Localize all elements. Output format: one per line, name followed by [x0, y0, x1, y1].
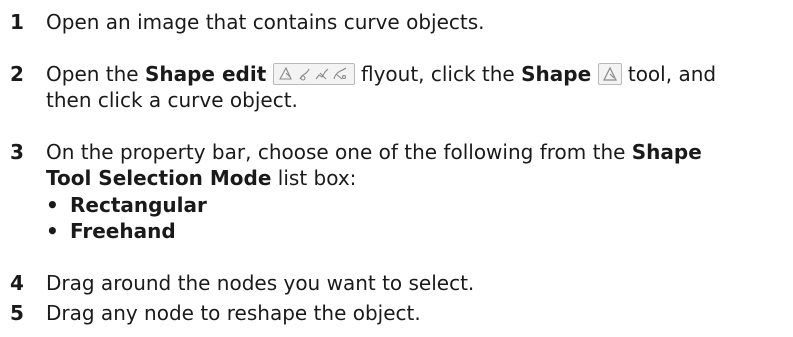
shape-icon: [602, 66, 617, 81]
step-text-part: flyout, click the: [360, 62, 522, 86]
step-text: Open an image that contains curve object…: [46, 10, 485, 34]
step-text-part: tool, and: [621, 62, 717, 86]
option-label: Freehand: [70, 219, 176, 243]
selection-mode-label: Tool Selection Mode: [46, 166, 272, 190]
shape-icon: [278, 66, 292, 80]
step-text-line: then click a curve object.: [46, 88, 298, 112]
step-text-part: list box:: [271, 166, 357, 190]
shape-label: Shape: [631, 140, 702, 164]
step-number: 5: [10, 301, 24, 325]
step-text-part: On the property bar, choose one of the f…: [46, 140, 632, 164]
step-text: Open the Shape edit flyout, click the Sh…: [46, 61, 783, 113]
shape-tool-label: Shape: [521, 62, 592, 86]
step-number: 4: [10, 271, 24, 295]
step-text: Drag any node to reshape the object.: [46, 301, 421, 325]
step-text: Drag around the nodes you want to select…: [46, 271, 475, 295]
step-text-part: Open the: [46, 62, 145, 86]
option-label: Rectangular: [70, 193, 207, 217]
bullet: •: [46, 193, 59, 217]
step-text: On the property bar, choose one of the f…: [46, 139, 783, 191]
smudge-icon: [299, 68, 310, 81]
shape-edit-flyout-toolbar: [272, 63, 355, 85]
step-number: 1: [10, 10, 24, 34]
bullet: •: [46, 219, 59, 243]
step-number: 3: [10, 140, 24, 164]
shape-edit-flyout-label: Shape edit: [144, 62, 267, 86]
shape-tool-button: [597, 63, 622, 85]
roughen-icon: [315, 68, 328, 80]
transform-icon: [333, 67, 346, 80]
step-number: 2: [10, 62, 24, 86]
